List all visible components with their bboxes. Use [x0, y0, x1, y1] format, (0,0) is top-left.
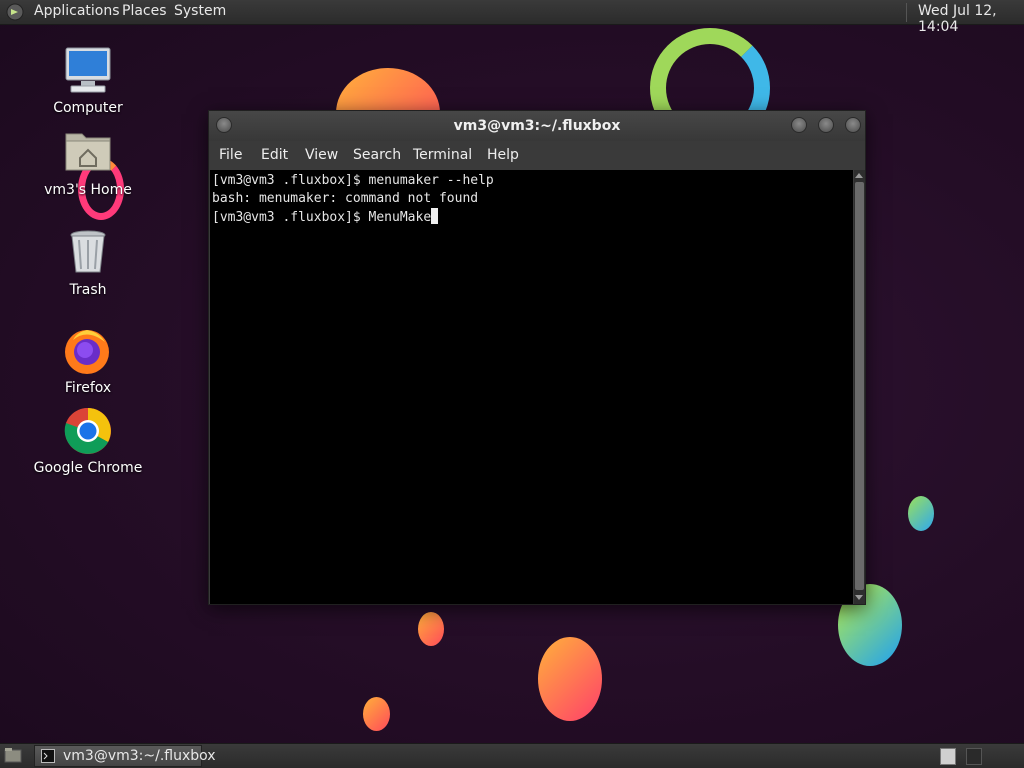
mate-logo-icon[interactable] — [6, 3, 24, 21]
text-cursor — [431, 208, 439, 224]
workspace-2[interactable] — [966, 748, 982, 765]
desktop-icon-label: Firefox — [64, 380, 112, 396]
clock[interactable]: Wed Jul 12, 14:04 — [918, 3, 1024, 35]
scrollbar-thumb[interactable] — [855, 182, 864, 590]
terminal-line: bash: menumaker: command not found — [212, 191, 479, 206]
wallpaper-large-orange-bubble — [538, 637, 602, 721]
terminal-scrollbar[interactable] — [854, 170, 865, 604]
taskbar-item-terminal[interactable]: vm3@vm3:~/.fluxbox — [34, 745, 216, 767]
wallpaper-tiny-orange-bubble — [363, 697, 390, 731]
desktop-icon-home[interactable]: vm3's Home — [33, 128, 143, 198]
terminal-line: [vm3@vm3 .fluxbox]$ menumaker --help — [212, 173, 494, 188]
desktop-icon-label: vm3's Home — [44, 182, 132, 198]
chrome-icon — [63, 406, 113, 456]
window-titlebar[interactable]: vm3@vm3:~/.fluxbox — [209, 111, 865, 141]
computer-icon — [63, 46, 113, 96]
menu-file[interactable]: File — [219, 147, 242, 163]
panel-separator — [906, 3, 907, 22]
minimize-button[interactable] — [791, 117, 807, 133]
places-menu[interactable]: Places — [122, 3, 167, 19]
menu-help[interactable]: Help — [487, 147, 519, 163]
desktop-icon-computer[interactable]: Computer — [33, 46, 143, 116]
scroll-up-arrow-icon[interactable] — [855, 173, 863, 178]
scroll-down-arrow-icon[interactable] — [855, 595, 863, 600]
maximize-button[interactable] — [818, 117, 834, 133]
bottom-panel: vm3@vm3:~/.fluxbox — [0, 743, 1024, 768]
menu-view[interactable]: View — [305, 147, 338, 163]
desktop-icon-label: Computer — [53, 100, 123, 116]
terminal-window[interactable]: vm3@vm3:~/.fluxbox File Edit View Search… — [208, 110, 866, 605]
desktop-icon-label: Google Chrome — [33, 460, 143, 476]
menu-terminal[interactable]: Terminal — [413, 147, 472, 163]
home-folder-icon — [63, 128, 113, 178]
taskbar-item-label: vm3@vm3:~/.fluxbox — [63, 748, 216, 764]
terminal-output[interactable]: [vm3@vm3 .fluxbox]$ menumaker --help bas… — [210, 170, 853, 604]
menu-edit[interactable]: Edit — [261, 147, 288, 163]
menu-search[interactable]: Search — [353, 147, 401, 163]
show-desktop-icon[interactable] — [4, 747, 22, 764]
terminal-menubar: File Edit View Search Terminal Help — [209, 141, 865, 169]
terminal-icon — [41, 749, 55, 763]
system-menu[interactable]: System — [174, 3, 226, 19]
trash-icon — [63, 228, 113, 278]
desktop-icon-chrome[interactable]: Google Chrome — [33, 406, 143, 476]
workspace-1[interactable] — [940, 748, 956, 765]
top-panel: Applications Places System Wed Jul 12, 1… — [0, 0, 1024, 35]
desktop-icon-firefox[interactable]: Firefox — [33, 326, 143, 396]
applications-menu[interactable]: Applications — [34, 3, 120, 19]
desktop-icon-label: Trash — [69, 282, 107, 298]
firefox-icon — [63, 326, 113, 376]
desktop-icon-trash[interactable]: Trash — [33, 228, 143, 298]
wallpaper-blue-bubble — [908, 496, 934, 531]
close-button[interactable] — [845, 117, 861, 133]
wallpaper-small-orange-bubble — [418, 612, 444, 646]
window-title: vm3@vm3:~/.fluxbox — [453, 118, 621, 134]
terminal-line: [vm3@vm3 .fluxbox]$ MenuMake — [212, 210, 432, 225]
